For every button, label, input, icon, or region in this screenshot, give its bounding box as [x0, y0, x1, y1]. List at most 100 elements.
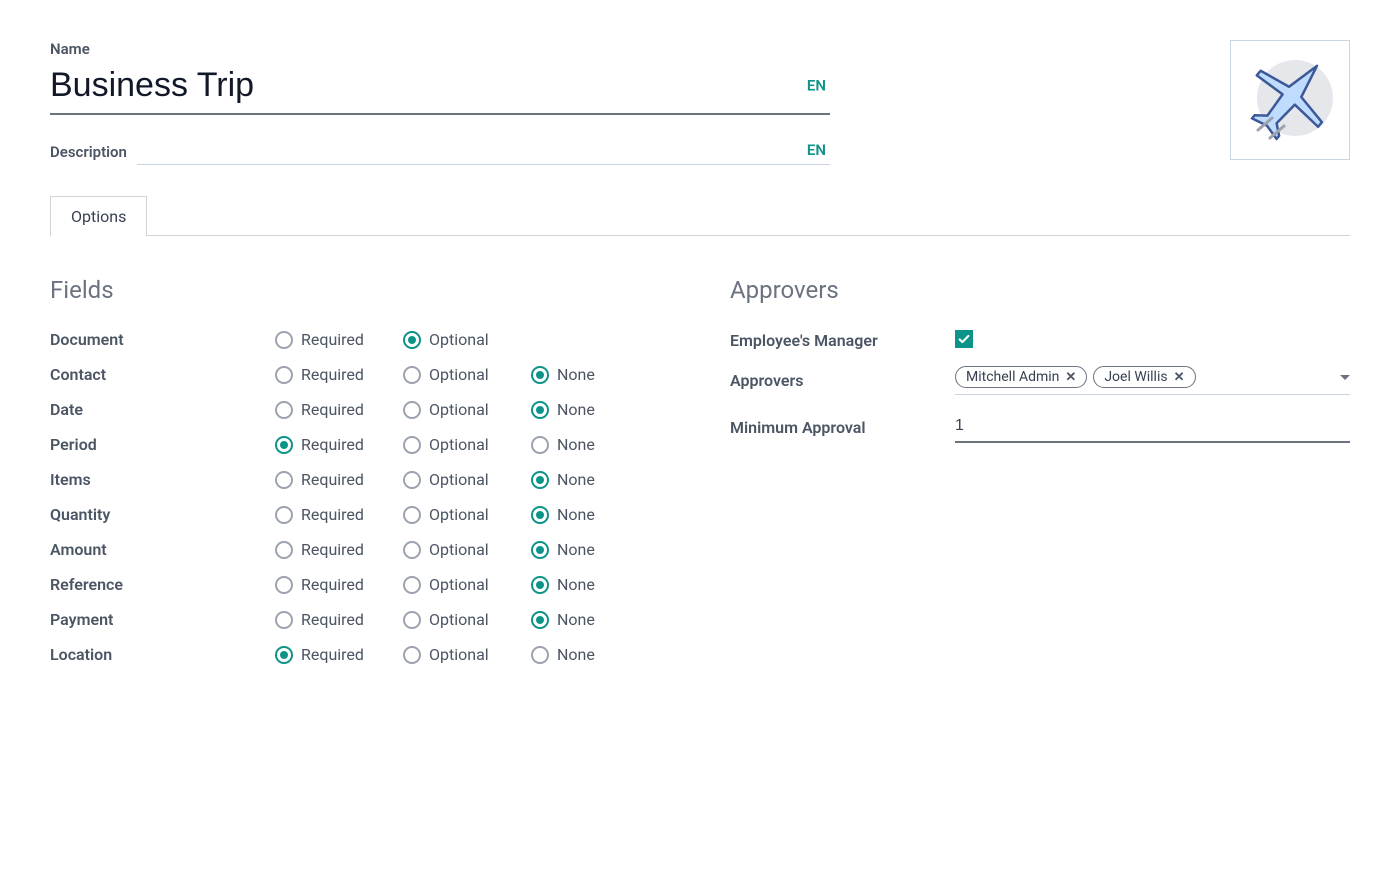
approver-tag: Mitchell Admin ✕: [955, 366, 1087, 388]
radio-optional[interactable]: Optional: [403, 470, 503, 489]
radio-label: Optional: [429, 400, 489, 419]
name-input[interactable]: [50, 62, 830, 115]
radio-label: None: [557, 400, 595, 419]
radio-label: Required: [301, 645, 364, 664]
field-row-quantity: QuantityRequiredOptionalNone: [50, 497, 670, 532]
radio-label: Optional: [429, 575, 489, 594]
field-label: Reference: [50, 575, 275, 594]
radio-required[interactable]: Required: [275, 505, 375, 524]
radio-none[interactable]: None: [531, 540, 631, 559]
radio-required[interactable]: Required: [275, 365, 375, 384]
radio-none[interactable]: None: [531, 610, 631, 629]
radio-label: Optional: [429, 505, 489, 524]
radio-circle-icon: [275, 366, 293, 384]
tag-remove-icon[interactable]: ✕: [1065, 370, 1076, 385]
airplane-icon: [1240, 48, 1340, 152]
radio-none[interactable]: None: [531, 470, 631, 489]
radio-circle-icon: [531, 436, 549, 454]
field-label: Payment: [50, 610, 275, 629]
radio-label: Optional: [429, 330, 489, 349]
radio-circle-icon: [275, 506, 293, 524]
radio-circle-icon: [403, 611, 421, 629]
field-row-period: PeriodRequired Optional None: [50, 427, 670, 462]
radio-required[interactable]: Required: [275, 575, 375, 594]
radio-circle-icon: [403, 331, 421, 349]
radio-required[interactable]: Required: [275, 330, 375, 349]
radio-none[interactable]: None: [531, 400, 631, 419]
field-row-amount: Amount Required Optional None: [50, 532, 670, 567]
radio-label: None: [557, 470, 595, 489]
radio-circle-icon: [403, 436, 421, 454]
fields-section-title: Fields: [50, 276, 670, 304]
radio-label: None: [557, 435, 595, 454]
name-lang-badge[interactable]: EN: [807, 76, 826, 94]
radio-optional[interactable]: Optional: [403, 505, 503, 524]
min-approval-input[interactable]: [955, 411, 1350, 443]
radio-circle-icon: [275, 611, 293, 629]
approvers-tags-input[interactable]: Mitchell Admin ✕ Joel Willis ✕: [955, 366, 1350, 395]
radio-circle-icon: [531, 541, 549, 559]
radio-optional[interactable]: Optional: [403, 330, 503, 349]
radio-required[interactable]: Required: [275, 435, 375, 454]
tag-remove-icon[interactable]: ✕: [1174, 370, 1185, 385]
radio-none[interactable]: None: [531, 505, 631, 524]
radio-label: Optional: [429, 435, 489, 454]
radio-required[interactable]: Required: [275, 400, 375, 419]
radio-label: None: [557, 365, 595, 384]
description-input[interactable]: [137, 135, 830, 165]
field-label: Period: [50, 435, 275, 454]
field-label: Location: [50, 645, 275, 664]
field-label: Amount: [50, 540, 275, 559]
tab-options[interactable]: Options: [50, 196, 147, 237]
radio-optional[interactable]: Optional: [403, 400, 503, 419]
field-row-reference: Reference Required Optional None: [50, 567, 670, 602]
radio-circle-icon: [275, 331, 293, 349]
field-row-payment: PaymentRequired Optional None: [50, 602, 670, 637]
image-upload[interactable]: [1230, 40, 1350, 160]
radio-circle-icon: [531, 471, 549, 489]
radio-optional[interactable]: Optional: [403, 435, 503, 454]
radio-optional[interactable]: Optional: [403, 540, 503, 559]
radio-required[interactable]: Required: [275, 645, 375, 664]
approvers-section-title: Approvers: [730, 276, 1350, 304]
field-label: Items: [50, 470, 275, 489]
radio-circle-icon: [275, 471, 293, 489]
radio-none[interactable]: None: [531, 575, 631, 594]
radio-optional[interactable]: Optional: [403, 645, 503, 664]
radio-optional[interactable]: Optional: [403, 610, 503, 629]
radio-label: Optional: [429, 365, 489, 384]
radio-circle-icon: [275, 541, 293, 559]
tag-label: Joel Willis: [1104, 369, 1167, 385]
radio-circle-icon: [403, 541, 421, 559]
radio-label: Required: [301, 470, 364, 489]
field-row-date: DateRequiredOptionalNone: [50, 392, 670, 427]
approver-tag: Joel Willis ✕: [1093, 366, 1195, 388]
radio-none[interactable]: None: [531, 645, 631, 664]
radio-circle-icon: [403, 366, 421, 384]
radio-none[interactable]: None: [531, 435, 631, 454]
description-lang-badge[interactable]: EN: [807, 141, 826, 159]
radio-circle-icon: [531, 611, 549, 629]
description-label: Description: [50, 143, 127, 165]
radio-circle-icon: [403, 646, 421, 664]
employee-manager-checkbox[interactable]: [955, 330, 973, 348]
radio-circle-icon: [403, 401, 421, 419]
radio-required[interactable]: Required: [275, 540, 375, 559]
radio-optional[interactable]: Optional: [403, 365, 503, 384]
radio-label: Required: [301, 575, 364, 594]
radio-label: Optional: [429, 470, 489, 489]
name-label: Name: [50, 40, 830, 58]
field-row-contact: ContactRequired Optional None: [50, 357, 670, 392]
tag-label: Mitchell Admin: [966, 369, 1059, 385]
radio-optional[interactable]: Optional: [403, 575, 503, 594]
radio-label: None: [557, 505, 595, 524]
field-label: Contact: [50, 365, 275, 384]
radio-label: Required: [301, 540, 364, 559]
chevron-down-icon[interactable]: [1340, 375, 1350, 380]
radio-none[interactable]: None: [531, 365, 631, 384]
employee-manager-label: Employee's Manager: [730, 331, 955, 350]
radio-required[interactable]: Required: [275, 470, 375, 489]
radio-label: Required: [301, 400, 364, 419]
radio-circle-icon: [403, 506, 421, 524]
radio-required[interactable]: Required: [275, 610, 375, 629]
